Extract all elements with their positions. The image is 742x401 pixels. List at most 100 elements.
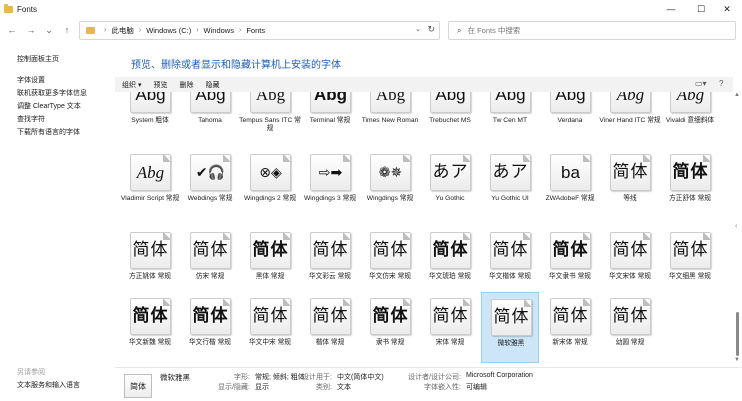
help-icon[interactable]: ? [719,79,723,88]
search-input[interactable]: 在 Fonts 中搜索 [467,25,520,36]
font-tile[interactable]: ❁✵ Wingdings 常规 [361,148,419,219]
font-tile[interactable]: Abg Vladimir Script 常规 [121,148,179,219]
up-button[interactable]: ↑ [60,23,74,37]
font-label: 等线 [623,195,637,202]
font-label: 黑体 常规 [255,273,285,280]
font-sample: 简体 [552,306,589,326]
font-sample: 简体 [432,306,469,326]
font-label: Tw Cen MT [492,117,528,124]
font-tile[interactable]: 简体 幼圆 常规 [601,292,659,363]
font-tile[interactable]: ba ZWAdobeF 常规 [541,148,599,219]
hide-button[interactable]: 隐藏 [205,80,219,90]
font-settings-link[interactable]: 字体设置 [17,75,45,85]
font-tile[interactable]: あア Yu Gothic [421,148,479,219]
font-sample: あア [432,162,469,182]
font-sample: Abg [616,92,645,104]
font-tile[interactable]: 简体 等线 [601,148,659,219]
online-font-info-link[interactable]: 联机获取更多字体信息 [17,88,87,98]
font-tile[interactable]: ⊗◈ Wingdings 2 常规 [241,148,299,219]
font-tile[interactable]: 简体 黑体 常规 [241,226,299,297]
recent-locations-button[interactable]: ⌄ [42,23,56,37]
font-tile[interactable]: Abg Times New Roman [361,92,419,141]
close-button[interactable]: ✕ [712,0,742,18]
breadcrumb-windows-c[interactable]: Windows (C:) [146,26,191,35]
font-label: Viner Hand ITC 常规 [599,117,661,124]
font-sample: ⊗◈ [259,164,282,181]
font-tile[interactable]: Abg Terminal 常规 [301,92,359,141]
scrollbar-thumb[interactable] [736,312,739,356]
text-services-link[interactable]: 文本服务和输入语言 [17,380,80,390]
scroll-up-icon[interactable]: ▲ [734,92,740,98]
font-tile[interactable]: 简体 华文新魏 常规 [121,292,179,363]
view-options-icon[interactable]: ▭▾ [695,79,707,88]
find-character-link[interactable]: 查找字符 [17,114,45,124]
font-tile[interactable]: 简体 华文中宋 常规 [241,292,299,363]
font-tile[interactable]: 简体 微软雅黑 [481,292,539,363]
forward-button[interactable]: → [24,23,38,37]
font-thumbnail: あア [490,154,531,191]
search-box[interactable]: ⌕ 在 Fonts 中搜索 [448,21,736,40]
font-tile[interactable]: 简体 华文仿宋 常规 [361,226,419,297]
delete-button[interactable]: 删除 [179,80,193,90]
font-thumbnail: Abg [130,92,171,113]
font-tile[interactable]: 简体 华文琥珀 常规 [421,226,479,297]
font-tile[interactable]: 简体 宋体 常规 [421,292,479,363]
font-label: 隶书 常规 [375,339,405,346]
details-pane: 简体 微软雅黑 字形: 常规; 倾斜; 粗体 显示/隐藏: 显示 设计用于: 中… [115,367,742,401]
font-tile[interactable]: 简体 方正舒体 常规 [661,148,719,219]
font-tile[interactable]: Abg Vivaldi 意细斜体 [661,92,719,141]
font-thumbnail: 简体 [130,298,171,335]
control-panel-home-link[interactable]: 控制面板主页 [17,54,59,64]
address-bar[interactable]: › 此电脑 › Windows (C:) › Windows › Fonts ⌄… [79,21,440,40]
embeddability-value: 可编辑 [466,384,487,391]
font-label: Yu Gothic [435,195,465,202]
cleartype-link[interactable]: 调整 ClearType 文本 [17,101,81,111]
breadcrumb-fonts[interactable]: Fonts [246,26,265,35]
refresh-icon[interactable]: ↻ [427,24,435,35]
font-tile[interactable]: Abg Tahoma [181,92,239,141]
minimize-button[interactable]: — [656,0,686,18]
font-tile[interactable]: 简体 华文行楷 常规 [181,292,239,363]
font-tile[interactable]: Abg Tw Cen MT [481,92,539,141]
font-tile[interactable]: 简体 仿宋 常规 [181,226,239,297]
font-tile[interactable]: 简体 华文宋体 常规 [601,226,659,297]
font-label: 华文宋体 常规 [609,273,651,280]
font-tile[interactable]: Abg Viner Hand ITC 常规 [599,92,661,141]
download-all-fonts-link[interactable]: 下载所有语言的字体 [17,127,80,137]
font-tile[interactable]: 简体 华文楷体 常规 [481,226,539,297]
font-thumbnail: Abg [250,92,291,113]
font-thumbnail: 简体 [310,232,351,269]
font-thumbnail: Abg [370,92,411,113]
font-sample: 简体 [612,162,649,182]
font-tile[interactable]: ⇨➡ Wingdings 3 常规 [301,148,359,219]
font-sample: 简体 [132,240,169,260]
toolbar: 组织 ▾ 预览 删除 隐藏 ▭▾ ? [115,77,733,92]
font-tile[interactable]: 简体 楷体 常规 [301,292,359,363]
organize-button[interactable]: 组织 ▾ [122,80,141,90]
font-tile[interactable]: 简体 方正姚体 常规 [121,226,179,297]
breadcrumb-this-pc[interactable]: 此电脑 [111,25,134,36]
font-tile[interactable]: 简体 华文彩云 常规 [301,226,359,297]
font-thumbnail: 简体 [130,232,171,269]
font-thumbnail: 简体 [370,232,411,269]
back-button[interactable]: ← [5,23,19,37]
font-tile[interactable]: 简体 新宋体 常规 [541,292,599,363]
font-tile[interactable]: 简体 华文细黑 常规 [661,226,719,297]
font-tile[interactable]: Abg Verdana [541,92,599,141]
font-label: 华文楷体 常规 [489,273,531,280]
font-tile[interactable]: Abg Trebuchet MS [421,92,479,141]
chevron-down-icon[interactable]: ⌄ [415,25,421,33]
font-tile[interactable]: 简体 华文隶书 常规 [541,226,599,297]
font-thumbnail: ❁✵ [370,154,411,191]
font-tile[interactable]: 简体 隶书 常规 [361,292,419,363]
preview-button[interactable]: 预览 [153,80,167,90]
scroll-down-icon[interactable]: ▼ [734,357,740,363]
show-hide-value: 显示 [255,384,269,391]
font-tile[interactable]: Abg Tempus Sans ITC 常规 [239,92,301,141]
font-tile[interactable]: あア Yu Gothic UI [481,148,539,219]
font-thumbnail: Abg [490,92,531,113]
breadcrumb-windows[interactable]: Windows [204,26,234,35]
font-tile[interactable]: Abg System 粗体 [121,92,179,141]
font-label: Webdings 常规 [187,195,233,202]
font-tile[interactable]: ✔🎧 Webdings 常规 [181,148,239,219]
